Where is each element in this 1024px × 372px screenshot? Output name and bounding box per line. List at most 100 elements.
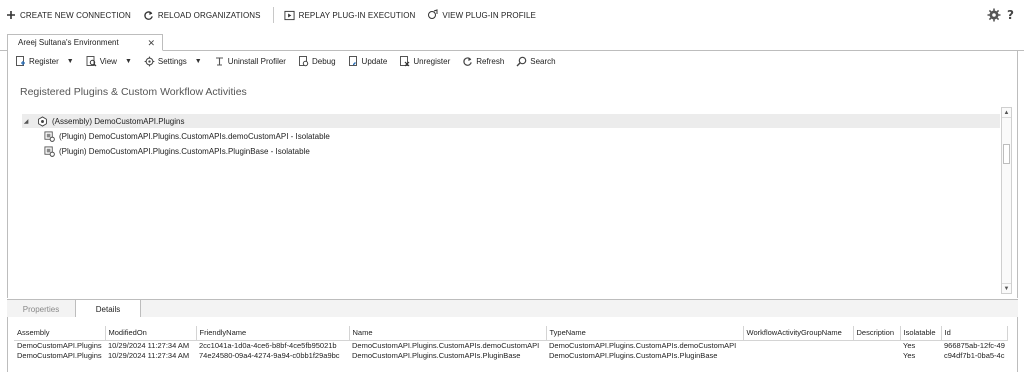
- chevron-down-icon: ▼: [194, 57, 202, 65]
- table-cell: DemoCustomAPI.Plugins.CustomAPIs.demoCus…: [352, 341, 540, 350]
- replay-execution-label: REPLAY PLUG-IN EXECUTION: [298, 10, 416, 20]
- table-cell: 10/29/2024 11:27:34 AM: [108, 341, 190, 350]
- register-button[interactable]: Register ▼: [15, 55, 74, 67]
- plugin-icon: [43, 145, 55, 157]
- page-title: Registered Plugins & Custom Workflow Act…: [20, 86, 247, 98]
- plugin-tree: ◢ (Assembly) DemoCustomAPI.Plugins (Plug…: [22, 110, 1002, 288]
- tree-scrollbar[interactable]: ▲ ▼: [1001, 107, 1012, 294]
- column-header[interactable]: ModifiedOn: [105, 326, 197, 341]
- settings-icon: [144, 56, 155, 67]
- view-icon: [86, 55, 97, 67]
- table-cell: DemoCustomAPI.Plugins: [17, 351, 102, 361]
- play-icon: [284, 9, 296, 21]
- help-icon[interactable]: ?: [1007, 8, 1014, 22]
- table-cell: [853, 351, 900, 362]
- profile-icon: [427, 9, 439, 21]
- unregister-label: Unregister: [413, 56, 451, 66]
- reload-icon: [143, 9, 155, 21]
- settings-label: Settings: [157, 56, 187, 66]
- replay-execution-button[interactable]: REPLAY PLUG-IN EXECUTION: [284, 5, 416, 25]
- refresh-label: Refresh: [476, 56, 505, 66]
- table-cell: DemoCustomAPI.Plugins.CustomAPIs.demoCus…: [549, 341, 737, 350]
- scroll-up-icon[interactable]: ▲: [1002, 108, 1011, 118]
- details-table: Assembly ModifiedOn FriendlyName Name Ty…: [14, 326, 1008, 361]
- environment-tab-label: Areej Sultana's Environment: [18, 38, 119, 47]
- tab-environment[interactable]: Areej Sultana's Environment ✕: [7, 34, 163, 51]
- view-profile-button[interactable]: VIEW PLUG-IN PROFILE: [427, 5, 536, 25]
- tree-node-plugin-label: (Plugin) DemoCustomAPI.Plugins.CustomAPI…: [59, 131, 330, 141]
- reload-organizations-button[interactable]: RELOAD ORGANIZATIONS: [143, 5, 261, 25]
- view-profile-label: VIEW PLUG-IN PROFILE: [442, 10, 536, 20]
- register-icon: [15, 55, 26, 67]
- debug-button[interactable]: Debug: [298, 55, 336, 67]
- tree-node-assembly[interactable]: ◢ (Assembly) DemoCustomAPI.Plugins: [22, 114, 1000, 128]
- refresh-button[interactable]: Refresh: [462, 56, 504, 67]
- collapse-arrow-icon[interactable]: ◢: [22, 118, 30, 125]
- view-label: View: [99, 56, 117, 66]
- search-button[interactable]: Search: [516, 56, 556, 67]
- register-label: Register: [29, 56, 59, 66]
- table-cell: DemoCustomAPI.Plugins.CustomAPIs.PluginB…: [549, 351, 718, 361]
- bottom-tab-strip: Properties Details: [7, 299, 1018, 319]
- table-cell: c94df7b1-0ba5-4c: [944, 351, 1005, 361]
- main-toolbar: CREATE NEW CONNECTION RELOAD ORGANIZATIO…: [0, 0, 1024, 30]
- uninstall-profiler-button[interactable]: Uninstall Profiler: [214, 56, 286, 67]
- details-grid: Assembly ModifiedOn FriendlyName Name Ty…: [7, 317, 1018, 372]
- column-header[interactable]: Name: [349, 326, 547, 341]
- search-label: Search: [530, 56, 556, 66]
- table-row[interactable]: DemoCustomAPI.Plugins 10/29/2024 11:27:3…: [14, 351, 1007, 362]
- column-header[interactable]: Isolatable: [900, 326, 942, 341]
- column-header[interactable]: FriendlyName: [196, 326, 350, 341]
- reload-organizations-label: RELOAD ORGANIZATIONS: [157, 10, 261, 20]
- settings-button[interactable]: Settings ▼: [144, 56, 202, 67]
- close-icon[interactable]: ✕: [147, 38, 155, 49]
- column-header[interactable]: Id: [941, 326, 1008, 341]
- update-button[interactable]: Update: [348, 55, 388, 67]
- toolbar-divider: [272, 7, 274, 23]
- table-cell: [743, 340, 853, 351]
- update-label: Update: [361, 56, 388, 66]
- table-header-row: Assembly ModifiedOn FriendlyName Name Ty…: [14, 326, 1008, 341]
- tree-node-plugin[interactable]: (Plugin) DemoCustomAPI.Plugins.CustomAPI…: [43, 129, 330, 143]
- tree-node-plugin[interactable]: (Plugin) DemoCustomAPI.Plugins.CustomAPI…: [43, 144, 310, 158]
- create-connection-button[interactable]: CREATE NEW CONNECTION: [5, 5, 131, 25]
- table-row[interactable]: DemoCustomAPI.Plugins 10/29/2024 11:27:3…: [14, 340, 1007, 351]
- chevron-down-icon: ▼: [66, 57, 74, 65]
- scrollbar-thumb[interactable]: [1003, 144, 1010, 164]
- plugin-registration-panel: Register ▼ View ▼ Settings ▼ Uninstall P…: [7, 50, 1018, 298]
- update-icon: [348, 55, 359, 67]
- table-cell: Yes: [903, 351, 916, 361]
- plugin-icon: [43, 130, 55, 142]
- command-bar: Register ▼ View ▼ Settings ▼ Uninstall P…: [8, 53, 568, 69]
- unregister-icon: [399, 55, 410, 67]
- table-cell: 966875ab-12fc-49: [944, 341, 1005, 350]
- table-cell: Yes: [903, 341, 916, 350]
- refresh-icon: [462, 56, 473, 67]
- environment-tab-strip: Areej Sultana's Environment ✕: [0, 34, 1024, 51]
- debug-label: Debug: [311, 56, 336, 66]
- table-cell: 10/29/2024 11:27:34 AM: [108, 351, 190, 361]
- tab-properties[interactable]: Properties: [7, 300, 75, 318]
- tree-node-plugin-label: (Plugin) DemoCustomAPI.Plugins.CustomAPI…: [59, 146, 310, 156]
- table-cell: 74e24580-09a4-4274-9a94-c0bb1f29a9bc: [199, 351, 340, 361]
- table-cell: 2cc1041a-1d0a-4ce6-b8bf-4ce5fb95021b: [199, 341, 337, 350]
- scroll-down-icon[interactable]: ▼: [1002, 283, 1011, 293]
- unregister-button[interactable]: Unregister: [399, 55, 451, 67]
- debug-icon: [298, 55, 309, 67]
- table-cell: [743, 351, 853, 362]
- tree-node-assembly-label: (Assembly) DemoCustomAPI.Plugins: [52, 116, 185, 126]
- column-header[interactable]: Description: [853, 326, 901, 341]
- gear-icon[interactable]: [987, 8, 1001, 22]
- column-header[interactable]: Assembly: [14, 326, 106, 341]
- column-header[interactable]: TypeName: [546, 326, 744, 341]
- assembly-icon: [36, 115, 48, 127]
- uninstall-icon: [214, 56, 225, 67]
- create-connection-label: CREATE NEW CONNECTION: [20, 10, 131, 20]
- search-icon: [516, 56, 527, 67]
- chevron-down-icon: ▼: [124, 57, 132, 65]
- view-button[interactable]: View ▼: [86, 55, 132, 67]
- uninstall-profiler-label: Uninstall Profiler: [227, 56, 286, 66]
- column-header[interactable]: WorkflowActivityGroupName: [743, 326, 854, 341]
- table-cell: DemoCustomAPI.Plugins: [17, 341, 102, 350]
- table-cell: [853, 340, 900, 351]
